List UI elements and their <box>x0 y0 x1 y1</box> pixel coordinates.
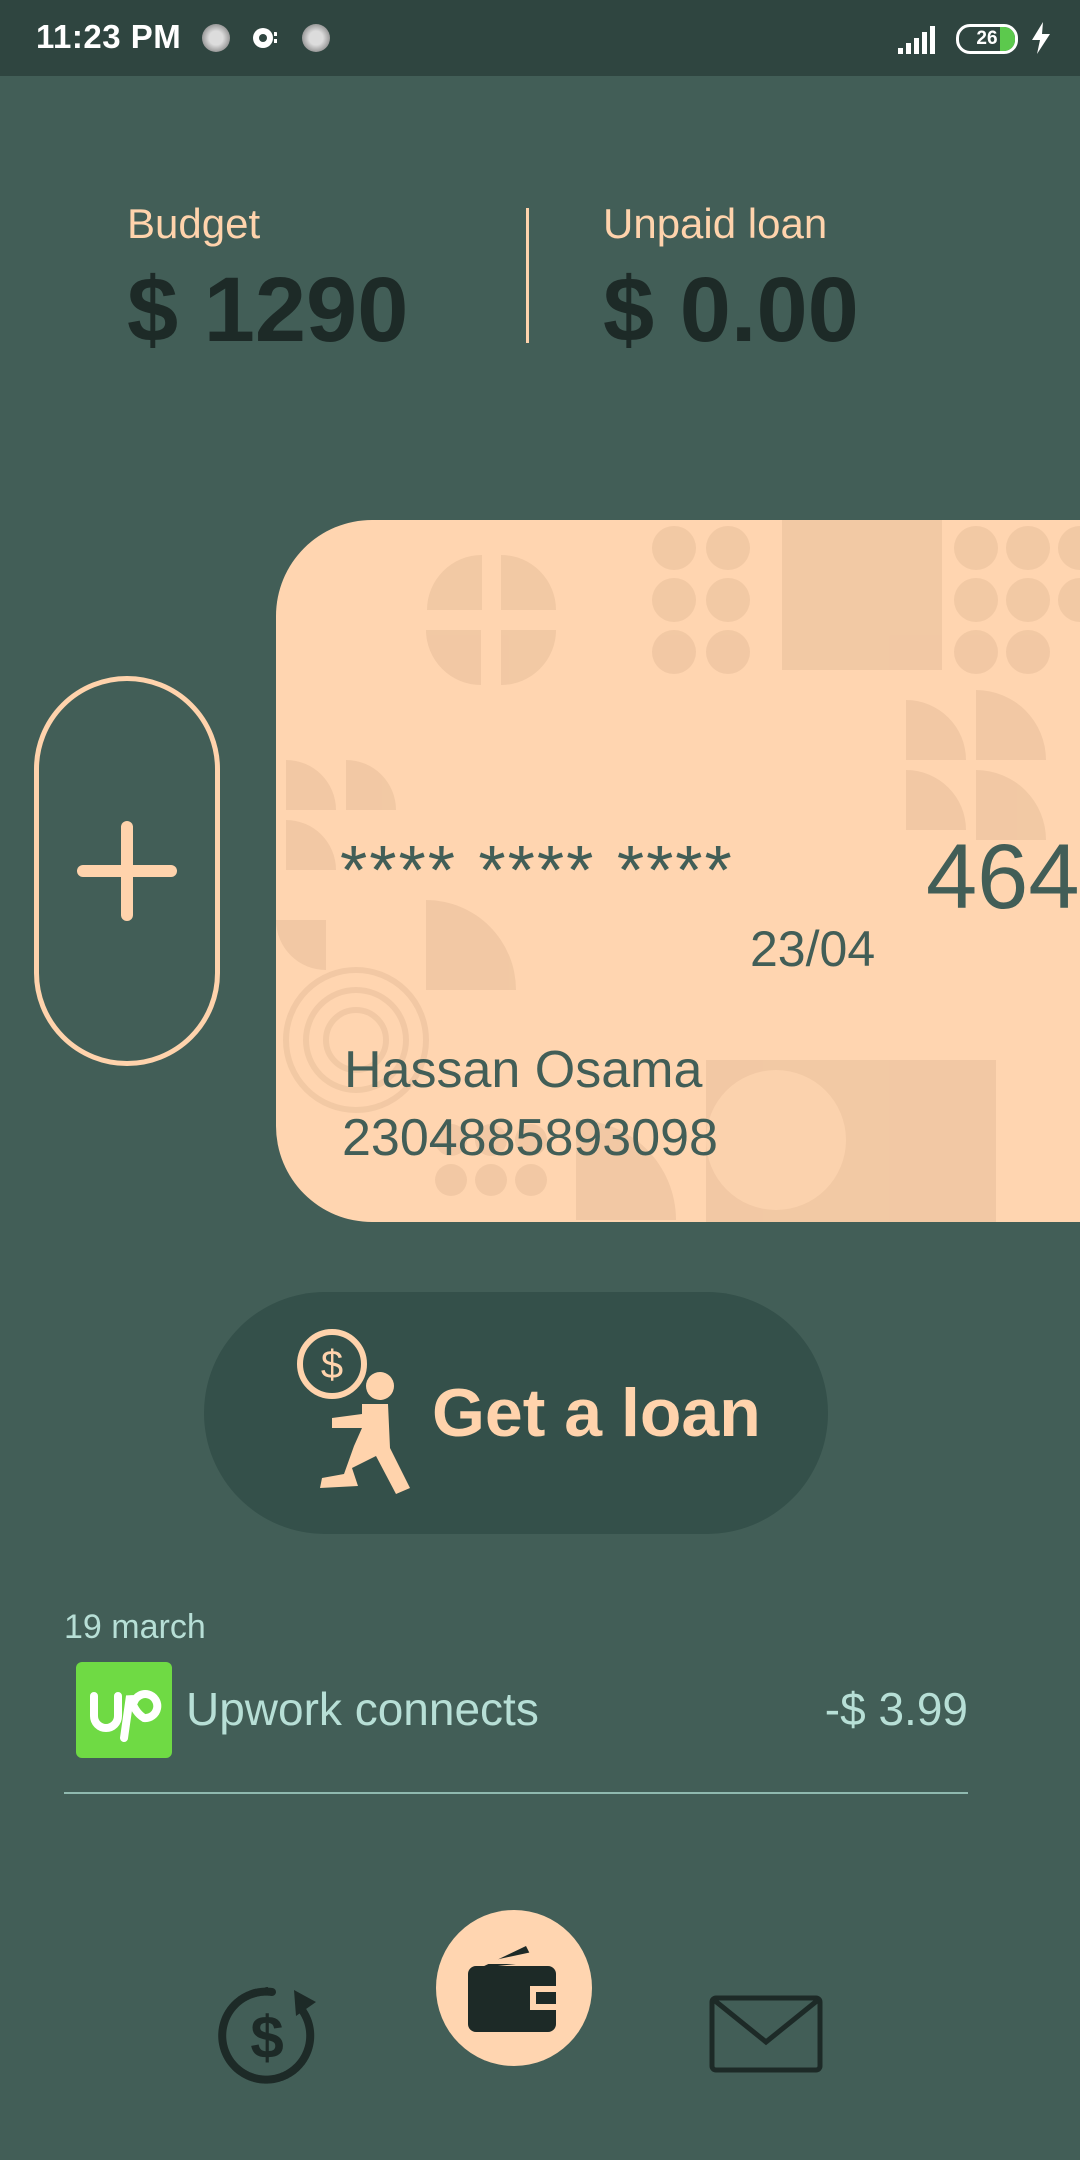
podcast-icon <box>253 28 277 48</box>
bank-card[interactable]: **** **** **** 464 23/04 Hassan Osama 23… <box>276 520 1080 1222</box>
svg-text:$: $ <box>250 2004 283 2071</box>
transaction-name: Upwork connects <box>186 1683 539 1735</box>
wallet-screen: 11:23 PM 26 Budget $ 1290 Unpaid loan $ … <box>0 0 1080 2160</box>
unpaid-loan-value: $ 0.00 <box>603 259 859 361</box>
notification-dot-icon <box>202 24 230 52</box>
transaction-amount: -$ 3.99 <box>824 1683 968 1735</box>
transaction-divider <box>64 1792 968 1794</box>
status-bar: 11:23 PM 26 <box>0 0 1080 76</box>
nav-wallet-button[interactable] <box>436 1910 592 2066</box>
nav-history-button[interactable]: $ <box>212 1980 322 2090</box>
card-number-mask: **** **** **** <box>340 831 734 909</box>
card-holder-name: Hassan Osama <box>344 1041 703 1099</box>
get-loan-button[interactable]: $ Get a loan <box>204 1292 828 1534</box>
card-number-last-digits: 464 <box>926 826 1080 928</box>
transaction-row[interactable]: Upwork connects -$ 3.99 <box>64 1660 968 1760</box>
battery-level: 26 <box>976 28 998 49</box>
upwork-logo <box>76 1662 172 1758</box>
plus-icon <box>77 821 177 921</box>
budget-label: Budget <box>127 200 261 247</box>
dollar-history-icon: $ <box>218 1986 316 2084</box>
person-carrying-coin-icon: $ <box>297 1329 410 1494</box>
summary-divider <box>526 208 529 343</box>
get-loan-label: Get a loan <box>432 1375 761 1451</box>
card-account-number: 2304885893098 <box>342 1109 718 1167</box>
notification-dot-icon <box>302 24 330 52</box>
signal-icon <box>898 26 935 54</box>
card-expiry: 23/04 <box>750 921 876 977</box>
charging-bolt-icon <box>1032 22 1050 54</box>
wallet-icon <box>468 1946 562 2032</box>
upwork-logo-mark <box>90 1690 162 1742</box>
svg-text:$: $ <box>321 1343 343 1387</box>
add-card-button[interactable] <box>34 676 220 1066</box>
transaction-date: 19 march <box>64 1608 206 1646</box>
battery-icon: 26 <box>956 24 1018 54</box>
unpaid-loan-label: Unpaid loan <box>603 200 828 247</box>
status-time: 11:23 PM <box>36 18 182 55</box>
budget-value: $ 1290 <box>127 259 409 361</box>
nav-messages-button[interactable] <box>708 1994 824 2074</box>
envelope-icon <box>709 1995 823 2073</box>
